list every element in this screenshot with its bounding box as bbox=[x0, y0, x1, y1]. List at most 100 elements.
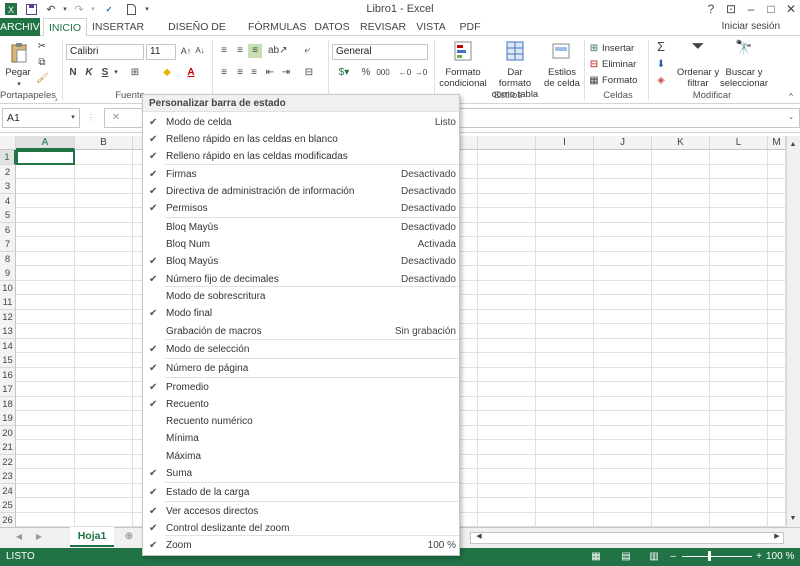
row-header[interactable]: 9 bbox=[0, 266, 16, 281]
column-header[interactable]: B bbox=[75, 136, 133, 150]
increase-decimal-icon[interactable]: ←0 bbox=[398, 66, 412, 80]
row-header[interactable]: 1 bbox=[0, 150, 16, 165]
row-header[interactable]: 2 bbox=[0, 165, 16, 180]
menu-item[interactable]: Mínima bbox=[143, 430, 459, 447]
format-cells-icon[interactable]: ▦ bbox=[588, 74, 600, 88]
insert-cells-icon[interactable]: ⊞ bbox=[588, 42, 600, 56]
prev-sheet-icon[interactable]: ◀ bbox=[14, 530, 24, 544]
tab-pdf[interactable]: PDF bbox=[456, 18, 484, 36]
align-left-icon[interactable]: ≡ bbox=[218, 66, 230, 80]
next-sheet-icon[interactable]: ▶ bbox=[34, 530, 44, 544]
row-header[interactable]: 3 bbox=[0, 179, 16, 194]
tab-home[interactable]: INICIO bbox=[43, 18, 87, 37]
delete-cells-button[interactable]: Eliminar bbox=[602, 59, 642, 70]
column-header[interactable]: K bbox=[652, 136, 710, 150]
align-top-icon[interactable]: ≡ bbox=[218, 44, 230, 58]
copy-icon[interactable]: ⧉ bbox=[36, 56, 48, 70]
expand-formula-icon[interactable]: ⌄ bbox=[786, 111, 796, 125]
orientation-icon[interactable]: ab↗ bbox=[268, 44, 288, 58]
font-size-select[interactable]: 11 bbox=[146, 44, 176, 60]
menu-item[interactable]: ✔ Modo de selección bbox=[143, 341, 459, 358]
grow-font-icon[interactable]: A↑ bbox=[180, 44, 192, 58]
sort-filter-icon[interactable]: ⏷ bbox=[686, 39, 710, 64]
font-name-select[interactable]: Calibri bbox=[66, 44, 144, 60]
increase-indent-icon[interactable]: ⇥ bbox=[280, 66, 292, 80]
row-header[interactable]: 25 bbox=[0, 498, 16, 513]
column-header[interactable]: M bbox=[768, 136, 786, 150]
tab-review[interactable]: REVISAR bbox=[360, 18, 406, 36]
italic-icon[interactable]: K bbox=[84, 66, 94, 80]
menu-item[interactable]: ✔ Estado de la carga bbox=[143, 484, 459, 501]
zoom-in-icon[interactable]: + bbox=[754, 550, 764, 564]
row-header[interactable]: 8 bbox=[0, 252, 16, 267]
menu-item[interactable]: Modo de sobrescritura bbox=[143, 288, 459, 305]
close-icon[interactable]: ✕ bbox=[780, 1, 800, 17]
format-painter-icon[interactable]: 🖌 bbox=[36, 72, 49, 86]
row-header[interactable]: 23 bbox=[0, 469, 16, 484]
column-header[interactable]: J bbox=[594, 136, 652, 150]
row-header[interactable]: 13 bbox=[0, 324, 16, 339]
active-cell[interactable] bbox=[16, 150, 75, 165]
menu-item[interactable]: ✔ Bloq Mayús Desactivado bbox=[143, 253, 459, 270]
comma-style-icon[interactable]: 000 bbox=[376, 66, 390, 80]
column-header[interactable] bbox=[478, 136, 536, 150]
select-all-corner[interactable] bbox=[0, 136, 16, 150]
underline-dropdown-icon[interactable]: ▾ bbox=[112, 66, 120, 80]
row-header[interactable]: 18 bbox=[0, 397, 16, 412]
cut-icon[interactable]: ✂ bbox=[36, 40, 48, 54]
clear-icon[interactable]: ◈ bbox=[654, 74, 668, 88]
decrease-decimal-icon[interactable]: →0 bbox=[414, 66, 428, 80]
row-header[interactable]: 12 bbox=[0, 310, 16, 325]
cancel-entry-icon[interactable]: ✕ bbox=[110, 111, 122, 125]
underline-icon[interactable]: S bbox=[100, 66, 110, 80]
menu-item[interactable]: ✔ Firmas Desactivado bbox=[143, 166, 459, 183]
fill-icon[interactable]: ⬇ bbox=[654, 58, 668, 72]
menu-item[interactable]: Grabación de macros Sin grabación bbox=[143, 323, 459, 340]
font-color-icon[interactable]: A bbox=[184, 66, 198, 80]
align-bottom-icon[interactable]: ≡ bbox=[248, 44, 262, 58]
conditional-format-button[interactable]: Formato condicional bbox=[436, 67, 490, 89]
row-header[interactable]: 14 bbox=[0, 339, 16, 354]
row-header[interactable]: 24 bbox=[0, 484, 16, 499]
borders-icon[interactable]: ⊞ bbox=[128, 66, 142, 80]
page-break-view-icon[interactable]: ▥ bbox=[648, 550, 660, 564]
help-icon[interactable]: ? bbox=[700, 1, 722, 17]
name-box-dropdown-icon[interactable]: ▾ bbox=[68, 111, 78, 125]
decrease-indent-icon[interactable]: ⇤ bbox=[264, 66, 276, 80]
menu-item[interactable]: Recuento numérico bbox=[143, 413, 459, 430]
paste-button[interactable]: Pegar bbox=[2, 67, 34, 78]
sheet-tab-hoja1[interactable]: Hoja1 bbox=[70, 527, 114, 547]
bold-icon[interactable]: N bbox=[68, 66, 78, 80]
tab-formulas[interactable]: FÓRMULAS bbox=[248, 18, 306, 36]
column-header[interactable]: A bbox=[16, 136, 75, 150]
menu-item[interactable]: ✔ Recuento bbox=[143, 396, 459, 413]
find-select-button[interactable]: Buscar y seleccionar bbox=[716, 67, 772, 89]
tab-insert[interactable]: INSERTAR bbox=[90, 18, 146, 36]
cell-styles-button[interactable]: Estilos de celda bbox=[542, 67, 582, 89]
maximize-icon[interactable]: □ bbox=[760, 1, 782, 17]
insert-cells-button[interactable]: Insertar bbox=[602, 43, 642, 54]
wrap-text-icon[interactable]: ⤶ bbox=[300, 44, 314, 58]
find-select-icon[interactable]: 🔭 bbox=[732, 40, 756, 64]
paste-icon[interactable] bbox=[8, 42, 30, 64]
minimize-icon[interactable]: – bbox=[740, 1, 762, 17]
scroll-left-icon[interactable]: ◀ bbox=[474, 530, 484, 544]
vertical-scrollbar[interactable] bbox=[786, 136, 800, 527]
tab-page-layout[interactable]: DISEÑO DE PÁGINA bbox=[152, 18, 242, 51]
row-header[interactable]: 7 bbox=[0, 237, 16, 252]
format-cells-button[interactable]: Formato bbox=[602, 75, 642, 86]
sign-in-link[interactable]: Iniciar sesión bbox=[722, 21, 780, 32]
autosum-icon[interactable]: Σ bbox=[654, 40, 668, 54]
row-header[interactable]: 19 bbox=[0, 411, 16, 426]
scroll-right-icon[interactable]: ▶ bbox=[772, 530, 782, 544]
currency-format-icon[interactable]: $▾ bbox=[336, 66, 352, 80]
collapse-ribbon-icon[interactable]: ^ bbox=[786, 90, 796, 104]
ribbon-display-icon[interactable]: ⊡ bbox=[720, 1, 742, 17]
percent-icon[interactable]: % bbox=[360, 66, 372, 80]
column-header[interactable]: L bbox=[710, 136, 768, 150]
fill-color-icon[interactable]: ◆ bbox=[160, 66, 174, 80]
cell-styles-icon[interactable] bbox=[550, 40, 572, 64]
page-layout-view-icon[interactable]: ▤ bbox=[620, 550, 632, 564]
row-header[interactable]: 11 bbox=[0, 295, 16, 310]
menu-item[interactable]: ✔ Modo de celda Listo bbox=[143, 114, 459, 131]
